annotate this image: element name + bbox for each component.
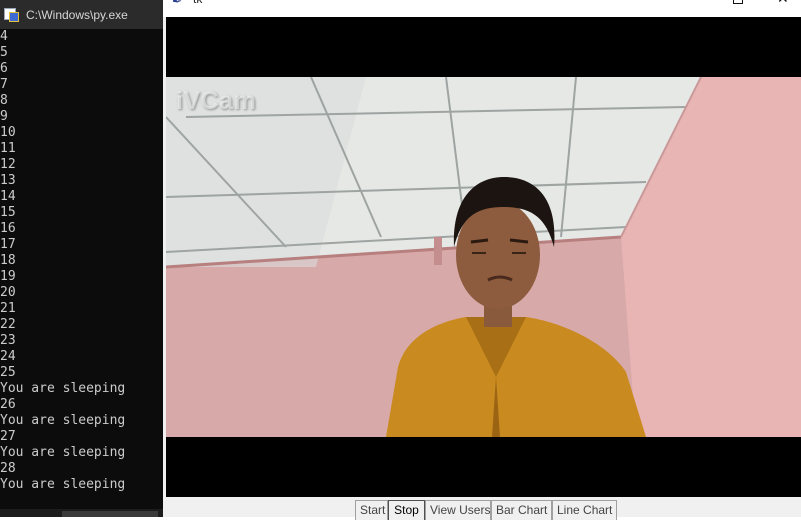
console-scrollbar-thumb[interactable] [62,511,158,517]
video-display: iVCam [166,17,801,497]
console-line: 13 [0,173,16,188]
console-line: 6 [0,61,8,76]
console-line: 26 [0,397,16,412]
console-app-icon [4,7,20,23]
line-chart-button[interactable]: Line Chart [552,500,617,520]
view-users-button[interactable]: View Users [425,500,491,520]
stop-button[interactable]: Stop [388,500,425,520]
maximize-icon[interactable] [733,0,743,4]
tk-feather-icon: ✒ [172,0,183,8]
console-line: 17 [0,237,16,252]
console-window: C:\Windows\py.exe 4 5 6 7 8 9 10 11 12 13 14 15 16 17… [0,0,163,517]
console-line: 4 [0,29,8,44]
console-line: 25 [0,365,16,380]
console-line: You are sleeping [0,381,126,396]
console-line: You are sleeping [0,477,126,492]
bar-chart-button[interactable]: Bar Chart [491,500,552,520]
console-line: 23 [0,333,16,348]
camera-frame: iVCam [166,77,801,437]
console-line: 24 [0,349,16,364]
console-line: 21 [0,301,16,316]
console-line: You are sleeping [0,413,126,428]
webcam-image [166,77,801,437]
console-line: 18 [0,253,16,268]
console-line: 15 [0,205,16,220]
console-line: 28 [0,461,16,476]
console-line: 19 [0,269,16,284]
console-line: 27 [0,429,16,444]
close-icon[interactable]: ✕ [777,0,789,6]
console-line: 12 [0,157,16,172]
console-line: 11 [0,141,16,156]
console-title: C:\Windows\py.exe [26,7,128,22]
console-line: 20 [0,285,16,300]
console-line: 8 [0,93,8,108]
console-line: 9 [0,109,8,124]
button-bar: Start Stop View Users Bar Chart Line Chart [163,497,801,520]
tk-window: ✒ tk ✕ [163,0,801,520]
tk-titlebar[interactable]: ✒ tk ✕ [163,0,801,17]
console-output: 4 5 6 7 8 9 10 11 12 13 14 15 16 17 18 19 20 21 22 23 24 25 Yo… [0,29,163,493]
console-titlebar[interactable]: C:\Windows\py.exe [0,0,163,29]
start-button[interactable]: Start [355,500,388,520]
console-line: 22 [0,317,16,332]
console-line: 10 [0,125,16,140]
console-line: You are sleeping [0,445,126,460]
tk-window-title: tk [193,0,202,6]
console-line: 5 [0,45,8,60]
ivcam-watermark: iVCam [176,87,257,115]
console-line: 7 [0,77,8,92]
console-line: 16 [0,221,16,236]
console-line: 14 [0,189,16,204]
